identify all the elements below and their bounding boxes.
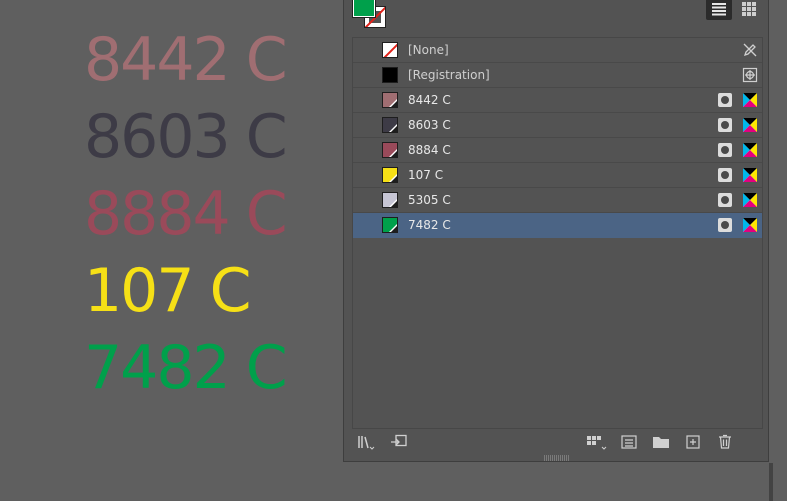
swatches-panel: [None] [Registration] 8442 C 8603 C 8884 C 10…: [343, 0, 769, 462]
cmyk-icon: [742, 117, 758, 133]
cmyk-icon: [742, 142, 758, 158]
new-color-group-icon[interactable]: [618, 432, 640, 452]
panel-bottom-toolbar: [352, 430, 763, 454]
swatch-chip: [382, 67, 398, 83]
swatch-row[interactable]: 8442 C: [353, 88, 762, 113]
libraries-icon[interactable]: [356, 432, 378, 452]
spot-color-icon: [717, 192, 733, 208]
no-edit-icon: [742, 42, 758, 58]
spot-color-icon: [717, 117, 733, 133]
spot-color-icon: [717, 167, 733, 183]
swatch-name: 8442 C: [408, 93, 451, 107]
swatch-name: 8884 C: [408, 143, 451, 157]
swatch-chip: [382, 42, 398, 58]
registration-icon: [742, 67, 758, 83]
swatch-row[interactable]: 8603 C: [353, 113, 762, 138]
spot-color-icon: [717, 142, 733, 158]
spot-color-icon: [717, 217, 733, 233]
swatch-row[interactable]: 5305 C: [353, 188, 762, 213]
swatch-chip: [382, 92, 398, 108]
swatch-row[interactable]: [None]: [353, 38, 762, 63]
list-view-icon[interactable]: [706, 0, 732, 20]
cmyk-icon: [742, 217, 758, 233]
swatch-chip: [382, 167, 398, 183]
canvas-color-label: 7482 C: [84, 333, 288, 403]
swatch-chip: [382, 117, 398, 133]
swatch-row[interactable]: 7482 C: [353, 213, 762, 238]
swatch-row[interactable]: 8884 C: [353, 138, 762, 163]
fill-stroke-proxy[interactable]: [352, 0, 392, 32]
swatch-chip: [382, 217, 398, 233]
canvas-color-label: 8884 C: [84, 179, 288, 249]
canvas-color-label: 8603 C: [84, 102, 288, 172]
export-swatches-icon[interactable]: [388, 432, 410, 452]
spot-color-icon: [717, 92, 733, 108]
grid-view-icon[interactable]: [736, 0, 762, 20]
cmyk-icon: [742, 92, 758, 108]
swatch-name: [None]: [408, 43, 449, 57]
canvas-color-label: 107 C: [84, 256, 251, 326]
folder-icon[interactable]: [650, 432, 672, 452]
swatch-chip: [382, 192, 398, 208]
swatch-list[interactable]: [None] [Registration] 8442 C 8603 C 8884 C 10…: [352, 37, 763, 429]
delete-swatch-icon[interactable]: [714, 432, 736, 452]
new-swatch-icon[interactable]: [682, 432, 704, 452]
swatch-chip: [382, 142, 398, 158]
view-toggle: [706, 0, 762, 20]
swatch-view-options-icon[interactable]: [586, 432, 608, 452]
cmyk-icon: [742, 167, 758, 183]
fill-swatch[interactable]: [352, 0, 376, 18]
panel-resize-grip[interactable]: [544, 455, 570, 461]
cmyk-icon: [742, 192, 758, 208]
scrollbar-stub: [769, 463, 773, 501]
swatch-name: 8603 C: [408, 118, 451, 132]
swatch-name: 7482 C: [408, 218, 451, 232]
swatch-row[interactable]: [Registration]: [353, 63, 762, 88]
swatch-name: [Registration]: [408, 68, 490, 82]
swatch-row[interactable]: 107 C: [353, 163, 762, 188]
swatch-name: 5305 C: [408, 193, 451, 207]
canvas-color-label: 8442 C: [84, 25, 288, 95]
swatch-name: 107 C: [408, 168, 444, 182]
